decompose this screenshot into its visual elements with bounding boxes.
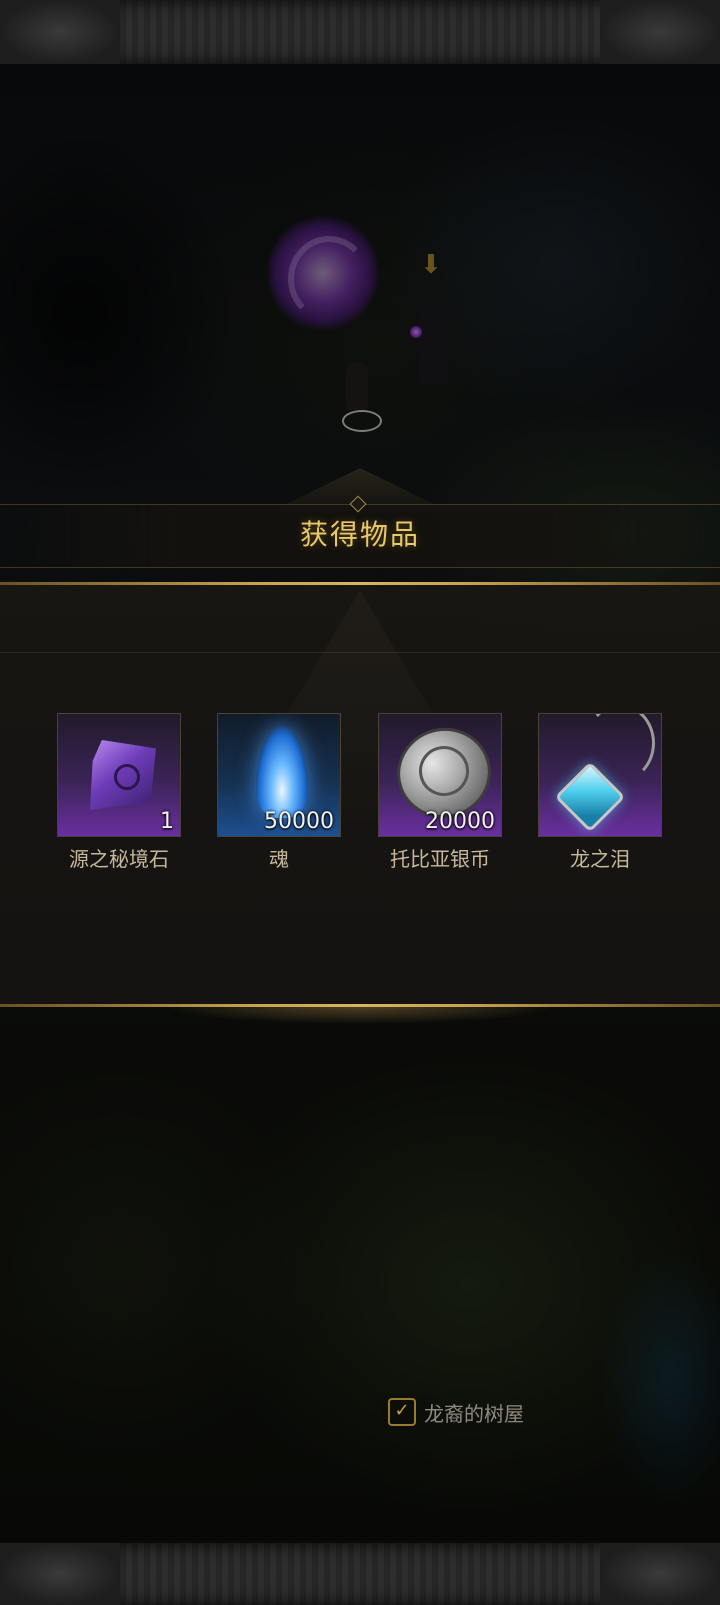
- location-label[interactable]: ✓ 龙裔的树屋: [382, 1394, 538, 1430]
- frame-ornament: [600, 1543, 720, 1605]
- reward-item-slot[interactable]: [538, 713, 662, 837]
- reward-name: 源之秘境石: [69, 847, 169, 871]
- reward-name: 托比亚银币: [390, 847, 490, 871]
- reward-quantity: 50000: [264, 809, 334, 834]
- frame-ornament: [0, 1543, 120, 1605]
- panel-top-border: [0, 582, 720, 585]
- bottom-frame-border: [0, 1541, 720, 1605]
- reward-item[interactable]: 1 源之秘境石: [57, 713, 181, 872]
- checkmark-icon: ✓: [388, 1398, 416, 1426]
- frame-ornament: [0, 0, 120, 64]
- reward-item-slot[interactable]: 1: [57, 713, 181, 837]
- reward-item-slot[interactable]: 50000: [217, 713, 341, 837]
- reward-item[interactable]: 50000 魂: [217, 713, 341, 872]
- frame-ornament: [600, 0, 720, 64]
- reward-item-slot[interactable]: 20000: [378, 713, 502, 837]
- reward-quantity: 1: [160, 809, 174, 834]
- top-frame-border: [0, 0, 720, 66]
- reward-name: 魂: [269, 847, 289, 871]
- panel-divider: [0, 652, 720, 653]
- purple-stone-rune: [114, 764, 140, 790]
- reward-name: 龙之泪: [570, 847, 630, 871]
- location-name: 龙裔的树屋: [424, 1401, 524, 1426]
- reward-item[interactable]: 20000 托比亚银币: [378, 713, 502, 872]
- blue-soul-flame-icon: [256, 726, 308, 818]
- dialog-title: 获得物品: [299, 518, 420, 551]
- reward-quantity: 20000: [425, 809, 495, 834]
- reward-item[interactable]: 龙之泪: [538, 713, 662, 872]
- panel-glow: [160, 1006, 560, 1024]
